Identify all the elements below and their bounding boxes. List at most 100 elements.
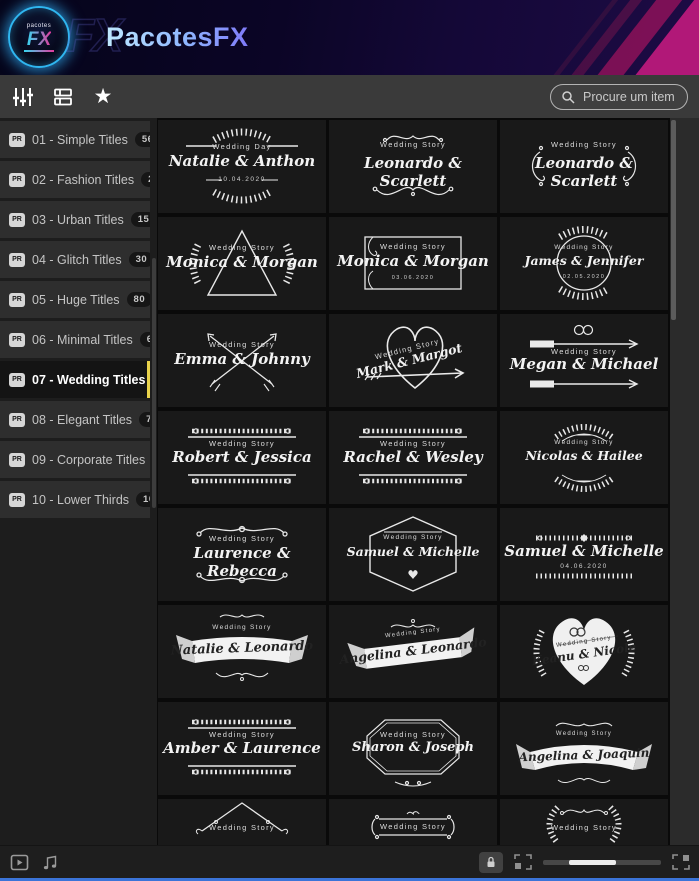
search-input[interactable] — [581, 89, 677, 105]
template-label: Wedding Story — [158, 823, 326, 832]
item-count-badge: 15 — [131, 212, 150, 228]
template-thumbnail[interactable]: Wedding Story Laurence & Rebecca — [158, 508, 326, 601]
premiere-file-icon: PR — [9, 293, 25, 307]
template-couple-name: James & Jennifer — [500, 253, 668, 268]
header: pacotes FX FX PacotesFX — [0, 0, 699, 75]
template-thumbnail[interactable]: Wedding Story Megan & Michael — [500, 314, 668, 407]
template-thumbnail[interactable]: Wedding Story — [329, 799, 497, 845]
selected-marker — [147, 361, 150, 398]
template-thumbnail[interactable]: Wedding Story Leonardo & Scarlett — [329, 120, 497, 213]
sidebar-item-label: 03 - Urban Titles — [32, 213, 124, 227]
template-thumbnail[interactable]: Samuel & Michelle 04.06.2020 — [500, 508, 668, 601]
template-couple-name: Samuel & Michelle — [500, 542, 668, 560]
template-thumbnail[interactable]: Wedding Story Natalie & Leonardo — [158, 605, 326, 698]
template-couple-name: Robert & Jessica — [158, 448, 326, 466]
template-thumbnail[interactable]: Wedding Day Natalie & Anthon 10.04.2020 — [158, 120, 326, 213]
template-thumbnail[interactable]: Wedding Story — [158, 799, 326, 845]
bottom-right-controls — [479, 852, 691, 873]
item-count-badge: 70 — [139, 412, 150, 428]
sidebar-item[interactable]: PR 09 - Corporate Titles — [0, 441, 150, 478]
template-date: 02.05.2020 — [500, 274, 668, 280]
template-couple-name: Sharon & Joseph — [329, 740, 497, 755]
grid-scrollbar-track[interactable] — [670, 118, 699, 845]
sidebar-item-label: 02 - Fashion Titles — [32, 173, 134, 187]
toolbar: ★ — [0, 75, 699, 118]
template-label: Wedding Story — [329, 439, 497, 448]
premiere-file-icon: PR — [9, 453, 25, 467]
template-thumbnail[interactable]: Wedding Story Leonardo & Scarlett — [500, 120, 668, 213]
sidebar-item[interactable]: PR 03 - Urban Titles 15 — [0, 201, 150, 238]
sidebar-list: PR 01 - Simple Titles 566 PR 02 - Fashio… — [0, 121, 157, 521]
sidebar-item[interactable]: PR 01 - Simple Titles 566 — [0, 121, 150, 158]
list-icon[interactable] — [51, 85, 75, 109]
template-thumbnail[interactable]: Wedding Story Rachel & Wesley — [329, 411, 497, 504]
magnifier-icon — [561, 90, 575, 104]
item-count-badge: 24 — [141, 172, 150, 188]
brand-logo: pacotes FX — [8, 6, 70, 68]
item-count-badge: 100 — [136, 492, 150, 508]
sidebar-item[interactable]: PR 07 - Wedding Titles 7 — [0, 361, 150, 398]
template-couple-name: Leonardo & Scarlett — [500, 154, 668, 190]
template-label: Wedding Story — [500, 731, 668, 737]
template-grid: Wedding Day Natalie & Anthon 10.04.2020 … — [158, 120, 669, 845]
template-thumbnail[interactable]: Wedding Story Samuel & Michelle — [329, 508, 497, 601]
template-thumbnail[interactable]: Wedding Story Monica & Morgan 03.06.2020 — [329, 217, 497, 310]
fit-screen-icon[interactable] — [513, 853, 533, 871]
music-note-icon[interactable] — [42, 854, 59, 871]
sidebar-item[interactable]: PR 02 - Fashion Titles 24 — [0, 161, 150, 198]
template-thumbnail[interactable]: Wedding Story Angelina & Joaquin — [500, 702, 668, 795]
template-thumbnail[interactable]: Wedding Story Angelina & Leonardo — [329, 605, 497, 698]
sidebar-item[interactable]: PR 05 - Huge Titles 80 — [0, 281, 150, 318]
expand-icon[interactable] — [671, 853, 691, 871]
template-label: Wedding Story — [158, 340, 326, 349]
template-thumbnail[interactable]: Wedding Story Robert & Jessica — [158, 411, 326, 504]
template-thumbnail[interactable]: Wedding Story — [500, 799, 668, 845]
template-label: Wedding Story — [500, 140, 668, 149]
template-thumbnail[interactable]: Wedding Story James & Jennifer 02.05.202… — [500, 217, 668, 310]
template-label: Wedding Story — [500, 244, 668, 251]
bottom-bar — [0, 845, 699, 881]
logo-underline — [24, 50, 54, 52]
template-label: Wedding Story — [158, 534, 326, 543]
item-count-badge: 30 — [129, 252, 150, 268]
sidebar-item-label: 06 - Minimal Titles — [32, 333, 133, 347]
sidebar-item-label: 07 - Wedding Titles — [32, 373, 145, 387]
template-couple-name: Nicolas & Hailee — [500, 448, 668, 463]
sidebar-item-label: 05 - Huge Titles — [32, 293, 120, 307]
sidebar-scrollbar[interactable] — [152, 258, 156, 508]
template-label: Wedding Story — [158, 439, 326, 448]
template-couple-name: Laurence & Rebecca — [158, 544, 326, 580]
zoom-slider[interactable] — [543, 860, 661, 865]
play-icon[interactable] — [10, 854, 29, 871]
premiere-file-icon: PR — [9, 413, 25, 427]
template-thumbnail[interactable]: Wedding Story Emma & Johnny — [158, 314, 326, 407]
sidebar-item[interactable]: PR 06 - Minimal Titles 60 — [0, 321, 150, 358]
premiere-file-icon: PR — [9, 173, 25, 187]
premiere-file-icon: PR — [9, 133, 25, 147]
template-couple-name: Monica & Morgan — [329, 252, 497, 270]
sidebar-item[interactable]: PR 08 - Elegant Titles 70 — [0, 401, 150, 438]
logo-pacotes-text: pacotes — [27, 23, 52, 29]
template-label: Wedding Story — [500, 823, 668, 832]
template-thumbnail[interactable]: Wedding Story Mark & Margot — [329, 314, 497, 407]
premiere-file-icon: PR — [9, 373, 25, 387]
sidebar-item[interactable]: PR 10 - Lower Thirds 100 — [0, 481, 150, 518]
template-label: Wedding Story — [158, 243, 326, 252]
mixer-icon[interactable] — [11, 85, 35, 109]
item-count-badge: 60 — [140, 332, 150, 348]
star-icon[interactable]: ★ — [91, 85, 115, 109]
template-thumbnail[interactable]: Wedding Story Sharon & Joseph — [329, 702, 497, 795]
template-thumbnail[interactable]: Wedding Story Monica & Morgan — [158, 217, 326, 310]
template-thumbnail[interactable]: Wedding Story Nicolas & Hailee — [500, 411, 668, 504]
grid-scrollbar-thumb[interactable] — [671, 120, 676, 320]
lock-icon[interactable] — [479, 852, 503, 873]
zoom-slider-thumb[interactable] — [569, 860, 616, 865]
search-box[interactable] — [550, 84, 688, 110]
sidebar-item[interactable]: PR 04 - Glitch Titles 30 — [0, 241, 150, 278]
template-label: Wedding Story — [329, 242, 497, 251]
template-thumbnail[interactable]: Wedding Story Amber & Laurence — [158, 702, 326, 795]
template-thumbnail[interactable]: Wedding Story Keanu & Nicole — [500, 605, 668, 698]
sidebar-item-label: 01 - Simple Titles — [32, 133, 128, 147]
template-label: Wedding Story — [329, 534, 497, 541]
premiere-file-icon: PR — [9, 253, 25, 267]
